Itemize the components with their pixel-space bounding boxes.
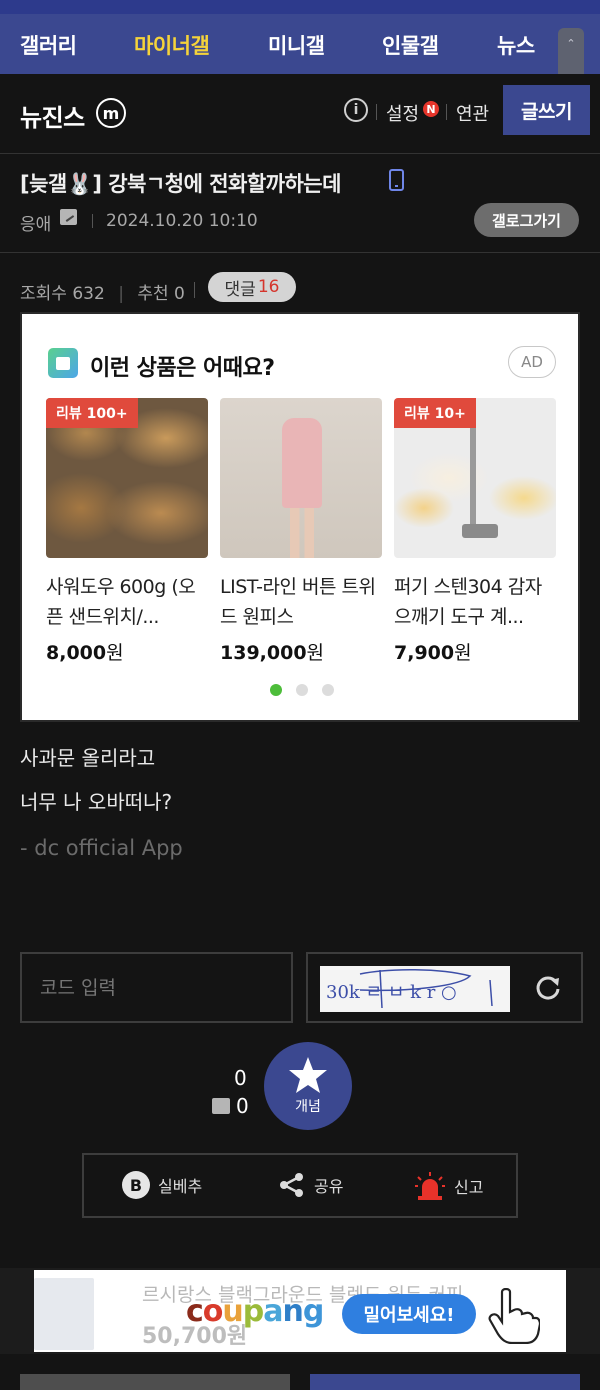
product-name: LIST-라인 버튼 트위드 원피스 xyxy=(220,576,376,628)
captcha-code-input[interactable] xyxy=(20,952,293,1023)
price-currency: 원 xyxy=(106,642,124,664)
comment-count: 16 xyxy=(257,277,280,297)
b-icon: B xyxy=(122,1171,150,1199)
siren-icon xyxy=(415,1172,445,1200)
mobile-icon xyxy=(389,169,404,191)
post-title: [늦갤🐰] 강북ㄱ청에 전화할까하는데 xyxy=(20,172,341,196)
product-thumbnail xyxy=(34,1278,94,1350)
post-action-bar: B 실베추 공유 신고 xyxy=(82,1153,518,1218)
price-value: 7,900 xyxy=(394,642,455,664)
price-value: 139,000 xyxy=(220,642,307,664)
divider xyxy=(92,214,93,228)
nav-item-news[interactable]: 뉴스 xyxy=(497,30,535,60)
recommend-vote-count: 0 xyxy=(234,1066,247,1090)
post-body-line: 너무 나 오바떠나? xyxy=(20,790,173,814)
recommend-label: 개념 xyxy=(295,1099,321,1115)
minor-gallery-icon: m xyxy=(96,98,126,128)
post-stats: 조회수 632 | 추천 0 xyxy=(20,279,185,304)
product-name: 퍼기 스텐304 감자으깨기 도구 계... xyxy=(394,576,542,628)
report-label: 신고 xyxy=(454,1178,484,1197)
product-image xyxy=(220,398,382,558)
product-card[interactable]: 리뷰 100+ 사워도우 600g (오픈 샌드위치/... 8,000원 xyxy=(46,398,208,665)
chevron-up-icon: ⌃ xyxy=(566,37,576,50)
info-icon[interactable]: i xyxy=(344,98,368,122)
product-price: 7,900원 xyxy=(394,638,556,665)
review-tag: 리뷰 10+ xyxy=(394,398,476,428)
product-card[interactable]: LIST-라인 버튼 트위드 원피스 139,000원 xyxy=(220,398,382,665)
divider xyxy=(376,104,377,120)
shopping-bag-icon xyxy=(48,348,78,378)
carousel-dot[interactable] xyxy=(270,684,282,696)
fixed-nick-icon xyxy=(60,209,77,225)
bottom-left-button[interactable] xyxy=(20,1374,290,1390)
view-count: 조회수 632 xyxy=(20,284,105,304)
price-currency: 원 xyxy=(454,642,472,664)
captcha-text: 30k ㄹ ㅂ k r ○ xyxy=(326,982,457,1003)
review-tag: 리뷰 100+ xyxy=(46,398,138,428)
gallery-name[interactable]: 뉴진스 xyxy=(20,98,85,133)
new-badge: N xyxy=(423,101,439,117)
product-price: 8,000원 xyxy=(46,638,208,665)
post-writer[interactable]: 응애 xyxy=(20,210,51,235)
divider xyxy=(446,104,447,120)
banner-cta[interactable]: 밀어보세요! xyxy=(342,1294,476,1334)
post-body-line: 사과문 올리라고 xyxy=(20,746,156,770)
share-icon xyxy=(280,1173,303,1197)
price-value: 8,000 xyxy=(46,642,107,664)
fixed-recommend-count: 0 xyxy=(236,1094,249,1118)
price-currency: 원 xyxy=(306,642,325,664)
star-icon xyxy=(289,1057,327,1093)
divider xyxy=(194,282,195,298)
nav-item-mini-gallery[interactable]: 미니갤 xyxy=(268,30,325,60)
top-strip xyxy=(0,0,600,14)
recommend-count: 추천 0 xyxy=(137,284,185,304)
carousel-dots xyxy=(270,684,334,696)
captcha-box: 30k ㄹ ㅂ k r ○ xyxy=(306,952,583,1023)
nav-item-gallery[interactable]: 갤러리 xyxy=(20,30,77,60)
silbe-label: 실베추 xyxy=(158,1177,203,1196)
product-card[interactable]: 리뷰 10+ 퍼기 스텐304 감자으깨기 도구 계... 7,900원 xyxy=(394,398,556,665)
bottom-banner-area: 르시랑스 블랙그라운드 블렌드 원두 커피 50,700원 coupang 밀어… xyxy=(0,1268,600,1354)
dress-shape xyxy=(282,418,322,508)
post-signature: - dc official App xyxy=(20,836,183,860)
gallery-header: 뉴진스 m i 설정 N 연관 글쓰기 xyxy=(0,74,600,154)
silbe-recommend-button[interactable]: B 실베추 xyxy=(122,1171,202,1199)
product-name: 사워도우 600g (오픈 샌드위치/... xyxy=(46,576,196,628)
share-label: 공유 xyxy=(314,1177,344,1196)
nav-item-person-gallery[interactable]: 인물갤 xyxy=(382,30,439,60)
legs-shape xyxy=(290,508,314,558)
gallog-button[interactable]: 갤로그가기 xyxy=(474,203,579,237)
report-button[interactable]: 신고 xyxy=(414,1171,483,1201)
pointing-hand-icon xyxy=(488,1288,540,1344)
coupang-logo: coupang xyxy=(186,1294,324,1329)
recommend-button[interactable]: 개념 xyxy=(264,1042,352,1130)
coupang-banner[interactable]: 르시랑스 블랙그라운드 블렌드 원두 커피 50,700원 coupang 밀어… xyxy=(34,1270,566,1352)
carousel-dot[interactable] xyxy=(296,684,308,696)
fixed-nick-icon xyxy=(212,1098,230,1114)
product-ad: 이런 상품은 어때요? AD 리뷰 100+ 사워도우 600g (오픈 샌드위… xyxy=(20,312,580,722)
product-image: 리뷰 100+ xyxy=(46,398,208,558)
ad-badge[interactable]: AD xyxy=(508,346,556,378)
write-button[interactable]: 글쓰기 xyxy=(503,85,590,135)
related-link[interactable]: 연관 xyxy=(456,100,489,126)
captcha-image: 30k ㄹ ㅂ k r ○ xyxy=(320,966,510,1012)
comment-count-button[interactable]: 댓글 16 xyxy=(208,272,296,302)
post-date: 2024.10.20 10:10 xyxy=(106,211,258,231)
bottom-right-button[interactable] xyxy=(310,1374,580,1390)
refresh-icon[interactable] xyxy=(534,974,562,1002)
carousel-dot[interactable] xyxy=(322,684,334,696)
settings-link[interactable]: 설정 xyxy=(386,100,419,126)
product-image: 리뷰 10+ xyxy=(394,398,556,558)
gallery-category-nav: 갤러리 마이너갤 미니갤 인물갤 뉴스 xyxy=(0,14,600,74)
divider: | xyxy=(118,284,124,304)
header-divider xyxy=(0,252,600,253)
ad-heading: 이런 상품은 어때요? xyxy=(90,356,275,381)
nav-item-minor-gallery[interactable]: 마이너갤 xyxy=(134,30,210,60)
product-price: 139,000원 xyxy=(220,638,382,665)
share-button[interactable]: 공유 xyxy=(278,1171,343,1199)
comment-label: 댓글 xyxy=(224,279,256,300)
masher-head xyxy=(462,524,498,538)
